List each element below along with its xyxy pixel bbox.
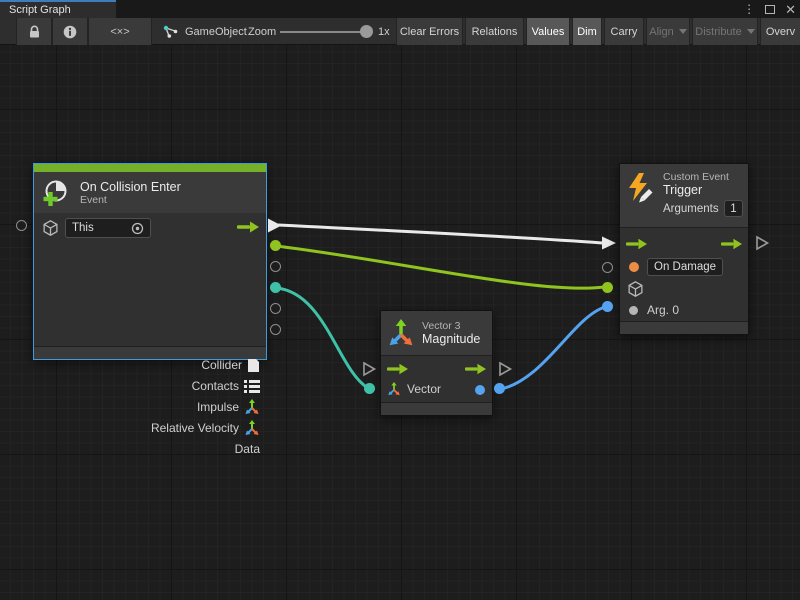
graph-toolbar: <×> GameObject Zoom 1x Clear Errors Rela…: [0, 18, 800, 45]
custom-event-icon: [626, 172, 656, 204]
node-on-collision-enter[interactable]: On Collision Enter Event This: [33, 163, 267, 360]
flow-out-arrow-icon[interactable]: [237, 221, 259, 233]
port-event-name: On Damage: [629, 258, 723, 276]
node-title: On Collision Enter: [80, 180, 181, 194]
code-icon: <×>: [110, 26, 129, 38]
flow-out-arrow-icon[interactable]: [465, 363, 486, 375]
magnitude-out-port[interactable]: [494, 383, 505, 394]
info-button[interactable]: [52, 18, 88, 45]
unity-script-graph-window: Script Graph ⋮ ✕ <×>: [0, 0, 800, 600]
zoom-value: 1x: [378, 18, 390, 45]
graph-canvas[interactable]: On Collision Enter Event This: [0, 45, 800, 600]
zoom-slider[interactable]: [280, 31, 368, 33]
close-icon[interactable]: ✕: [785, 3, 796, 16]
values-button[interactable]: Values: [526, 18, 570, 45]
port-impulse[interactable]: Impulse: [197, 397, 260, 417]
node-title: Trigger: [663, 183, 748, 197]
node-footer: [620, 321, 748, 334]
input-port-circle[interactable]: [16, 220, 27, 231]
object-picker-icon[interactable]: [131, 222, 144, 235]
event-name-port-dot[interactable]: [629, 262, 639, 272]
clear-errors-button[interactable]: Clear Errors: [396, 18, 463, 45]
tab-bar: Script Graph ⋮ ✕: [0, 0, 800, 18]
event-icon: [41, 178, 71, 208]
vector3-icon: [387, 319, 415, 347]
carry-button[interactable]: Carry: [604, 18, 644, 45]
arguments-label: Arguments: [663, 203, 719, 215]
node-footer: [381, 402, 492, 415]
node-magnitude[interactable]: Vector 3 Magnitude Vector: [380, 310, 493, 416]
gameobject-label: GameObject: [185, 26, 247, 38]
port-data[interactable]: Data: [235, 439, 260, 459]
impulse-out-port[interactable]: [270, 282, 281, 293]
collider-icon: [247, 357, 260, 373]
target-in-port[interactable]: [602, 282, 613, 293]
distribute-button[interactable]: Distribute: [692, 18, 758, 45]
collider-out-port[interactable]: [270, 240, 281, 251]
event-color-bar: [34, 164, 266, 172]
gameobject-ref[interactable]: GameObject: [163, 18, 247, 45]
chevron-down-icon: [679, 29, 687, 34]
flow-out-port[interactable]: [497, 361, 513, 377]
window-menu-icon[interactable]: ⋮: [743, 2, 755, 16]
vector3-icon: [244, 420, 260, 436]
wire-magnitude-arg0[interactable]: [501, 307, 605, 389]
flow-in-port[interactable]: [361, 361, 377, 377]
relative-velocity-out-port[interactable]: [270, 303, 281, 314]
wire-impulse[interactable]: [276, 288, 368, 388]
tab-title: Script Graph: [9, 4, 71, 16]
node-title: Magnitude: [422, 332, 480, 346]
node-subtitle: Event: [80, 194, 181, 206]
overview-button[interactable]: Overv: [760, 18, 800, 45]
arg0-port-dot: [629, 306, 638, 315]
target-object-field[interactable]: This: [65, 218, 151, 238]
flow-out-port[interactable]: [754, 235, 770, 251]
port-relative-velocity[interactable]: Relative Velocity: [151, 418, 260, 438]
maximize-icon[interactable]: [765, 5, 775, 14]
node-trigger-custom-event[interactable]: Custom Event Trigger Arguments 1 On Dama…: [619, 163, 749, 335]
zoom-slider-knob[interactable]: [360, 25, 373, 38]
embed-code-button[interactable]: <×>: [88, 18, 152, 45]
node-category: Vector 3: [422, 320, 480, 332]
zoom-label: Zoom: [248, 18, 276, 45]
wire-flow[interactable]: [278, 225, 602, 243]
contacts-out-port[interactable]: [270, 261, 281, 272]
relations-button[interactable]: Relations: [465, 18, 524, 45]
tab-script-graph[interactable]: Script Graph: [0, 0, 116, 18]
graph-icon: [163, 25, 179, 39]
arg0-in-port[interactable]: [602, 301, 613, 312]
flow-out-port[interactable]: [266, 217, 283, 234]
data-out-port[interactable]: [270, 324, 281, 335]
lock-button[interactable]: [16, 18, 52, 45]
list-icon: [244, 379, 260, 393]
flow-in-arrow-icon[interactable]: [387, 363, 408, 375]
align-button[interactable]: Align: [646, 18, 690, 45]
lock-icon: [28, 25, 41, 39]
chevron-down-icon: [747, 29, 755, 34]
node-footer: [34, 346, 266, 359]
node-category: Custom Event: [663, 171, 748, 183]
gameobject-cube-icon: [42, 219, 59, 237]
port-vector[interactable]: Vector: [387, 382, 441, 396]
vector-in-port[interactable]: [364, 383, 375, 394]
event-name-field[interactable]: On Damage: [647, 258, 723, 276]
event-name-in-port[interactable]: [602, 262, 613, 273]
wire-collider[interactable]: [276, 246, 604, 288]
vector3-icon: [244, 399, 260, 415]
port-contacts[interactable]: Contacts: [192, 376, 260, 396]
dim-button[interactable]: Dim: [572, 18, 602, 45]
arguments-count-field[interactable]: 1: [724, 200, 743, 217]
port-arg0[interactable]: Arg. 0: [629, 303, 679, 317]
flow-out-arrow-icon[interactable]: [721, 238, 742, 250]
target-cube-port[interactable]: [627, 280, 644, 298]
wire-flow-arrowhead: [602, 237, 616, 250]
info-icon: [63, 25, 77, 39]
flow-in-arrow-icon[interactable]: [626, 238, 647, 250]
vector3-icon: [387, 382, 401, 396]
result-out-dot[interactable]: [475, 385, 485, 395]
